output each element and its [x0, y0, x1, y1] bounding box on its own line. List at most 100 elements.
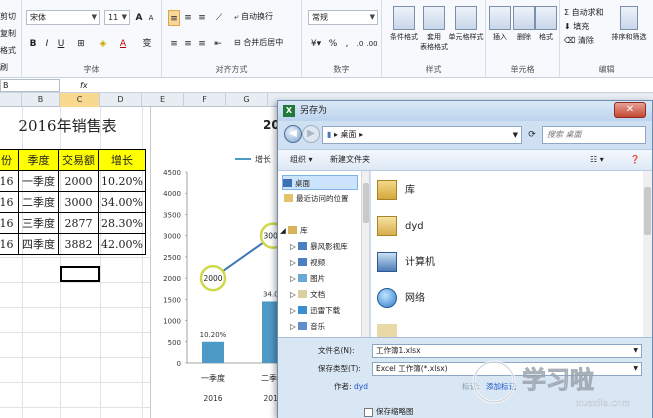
copy-button[interactable]: 复制	[0, 25, 21, 42]
align-middle-icon[interactable]: ≡	[182, 10, 194, 26]
chart-area[interactable]: 20 增长 4500 4000 3500 3000 2500 2000 1500 1000 500 0…	[150, 107, 286, 418]
header-cell[interactable]: 增长	[98, 149, 146, 171]
font-color-icon[interactable]: A	[116, 36, 130, 52]
refresh-icon[interactable]: ⟳	[524, 126, 540, 144]
table-cell[interactable]: 28.30%	[98, 212, 146, 234]
new-folder-button[interactable]: 新建文件夹	[330, 150, 370, 170]
nav-item-desktop[interactable]: 桌面	[282, 175, 358, 190]
file-list-scrollbar[interactable]	[643, 171, 652, 337]
table-cell[interactable]: 10.20%	[98, 170, 146, 192]
fill-color-icon[interactable]: ◈	[96, 36, 110, 52]
percent-button[interactable]: %	[328, 36, 338, 52]
address-bar[interactable]: ▮ ▸ 桌面 ▸ ▼	[322, 126, 522, 144]
sort-filter-button[interactable]: 排序和筛选	[606, 6, 652, 42]
nav-item-libraries[interactable]: ◢ 库	[280, 223, 308, 238]
header-cell[interactable]: 份	[0, 149, 19, 171]
column-header-f[interactable]: F	[184, 93, 226, 107]
number-format-select[interactable]: 常规 ▼	[308, 10, 378, 25]
column-header-c[interactable]: C	[60, 93, 100, 107]
view-options-icon[interactable]: ☷ ▾	[590, 150, 604, 170]
column-header-g[interactable]: G	[226, 93, 268, 107]
table-cell[interactable]: 34.00%	[98, 191, 146, 213]
column-header-b[interactable]: B	[22, 93, 60, 107]
search-input[interactable]: 搜索 桌面	[542, 126, 646, 144]
table-cell[interactable]: 二季度	[18, 191, 59, 213]
table-cell[interactable]: 42.00%	[98, 233, 146, 255]
italic-button[interactable]: I	[42, 36, 52, 52]
increase-decimal-icon[interactable]: .0	[354, 36, 366, 52]
table-cell[interactable]: 16	[0, 212, 19, 234]
cut-button[interactable]: 剪切	[0, 8, 21, 25]
decrease-decimal-icon[interactable]: .00	[366, 36, 378, 52]
clear-button[interactable]: ⌫ 清除	[564, 34, 594, 48]
y-tick-label: 1000	[163, 318, 181, 326]
align-center-icon[interactable]: ≡	[182, 36, 194, 52]
column-header-d[interactable]: D	[100, 93, 142, 107]
forward-arrow-icon[interactable]: ▶	[302, 125, 320, 143]
column-header-a-partial[interactable]	[0, 93, 22, 107]
align-left-icon[interactable]: ≡	[168, 36, 180, 52]
sheet-title[interactable]: 2016年销售表	[0, 115, 135, 136]
currency-icon[interactable]: ¥▾	[308, 36, 324, 52]
format-painter-button[interactable]: 格式刷	[0, 42, 21, 76]
nav-item-videos[interactable]: ▷ 视频	[290, 255, 325, 270]
align-top-icon[interactable]: ≡	[168, 10, 180, 26]
shrink-font-button[interactable]: A	[146, 10, 156, 26]
nav-item-music[interactable]: ▷ 音乐	[290, 319, 325, 334]
nav-item-recent[interactable]: 最近访问的位置	[284, 191, 349, 206]
scroll-thumb[interactable]	[363, 183, 369, 223]
organize-button[interactable]: 组织 ▾	[290, 150, 313, 170]
back-arrow-icon[interactable]: ◀	[284, 125, 302, 143]
autosum-button[interactable]: Σ 自动求和	[564, 6, 604, 20]
fill-button[interactable]: ⬇ 填充	[564, 20, 589, 34]
list-item[interactable]: 库	[377, 179, 415, 209]
bold-button[interactable]: B	[28, 36, 38, 52]
chevron-down-icon[interactable]: ▼	[513, 127, 518, 143]
wen-button[interactable]: 变	[140, 36, 154, 52]
indent-icon[interactable]: ⇤	[212, 36, 224, 52]
header-cell[interactable]: 交易额	[58, 149, 99, 171]
number-group-label: 数字	[333, 65, 350, 74]
scroll-thumb[interactable]	[644, 187, 651, 235]
comma-button[interactable]: ,	[342, 36, 352, 52]
merge-center-button[interactable]: ⊟ 合并后居中	[234, 36, 283, 50]
nav-item-pictures[interactable]: ▷ 图片	[290, 271, 325, 286]
table-cell[interactable]: 16	[0, 233, 19, 255]
dialog-titlebar[interactable]: X 另存为 ✕	[278, 101, 652, 121]
list-item[interactable]: 计算机	[377, 251, 435, 281]
table-cell[interactable]: 2000	[58, 170, 99, 192]
table-cell[interactable]: 16	[0, 191, 19, 213]
table-cell[interactable]: 2877	[58, 212, 99, 234]
help-icon[interactable]: ❓	[630, 150, 640, 170]
wrap-text-button[interactable]: ⤶ 自动换行	[234, 10, 273, 24]
table-cell[interactable]: 三季度	[18, 212, 59, 234]
table-cell[interactable]: 四季度	[18, 233, 59, 255]
save-thumbnail-checkbox[interactable]	[364, 408, 373, 417]
nav-pane-scrollbar[interactable]	[362, 171, 370, 337]
align-right-icon[interactable]: ≡	[196, 36, 208, 52]
align-bottom-icon[interactable]: ≡	[196, 10, 208, 26]
grow-font-button[interactable]: A	[134, 10, 144, 26]
name-box[interactable]: B	[0, 79, 60, 92]
nav-item-label: 视频	[310, 258, 326, 267]
underline-button[interactable]: U	[56, 36, 66, 52]
border-icon[interactable]: ⊞	[74, 36, 88, 52]
list-item[interactable]: dyd	[377, 215, 424, 245]
nav-item-thunder-downloads[interactable]: ▷ 迅雷下载	[290, 303, 340, 318]
table-cell[interactable]: 3882	[58, 233, 99, 255]
selected-cell[interactable]	[60, 266, 100, 282]
header-cell[interactable]: 季度	[18, 149, 59, 171]
nav-item-baofeng[interactable]: ▷ 暴风影视库	[290, 239, 348, 254]
fx-icon[interactable]: fx	[80, 78, 88, 93]
author-value[interactable]: dyd	[354, 380, 368, 394]
nav-item-documents[interactable]: ▷ 文档	[290, 287, 325, 302]
close-button[interactable]: ✕	[614, 102, 646, 118]
font-name-select[interactable]: 宋体 ▼	[26, 10, 100, 25]
table-cell[interactable]: 一季度	[18, 170, 59, 192]
table-cell[interactable]: 16	[0, 170, 19, 192]
font-size-select[interactable]: 11 ▼	[104, 10, 130, 25]
list-item[interactable]: 网络	[377, 287, 425, 317]
column-header-e[interactable]: E	[142, 93, 184, 107]
orientation-icon[interactable]: ⟋	[212, 10, 226, 26]
table-cell[interactable]: 3000	[58, 191, 99, 213]
